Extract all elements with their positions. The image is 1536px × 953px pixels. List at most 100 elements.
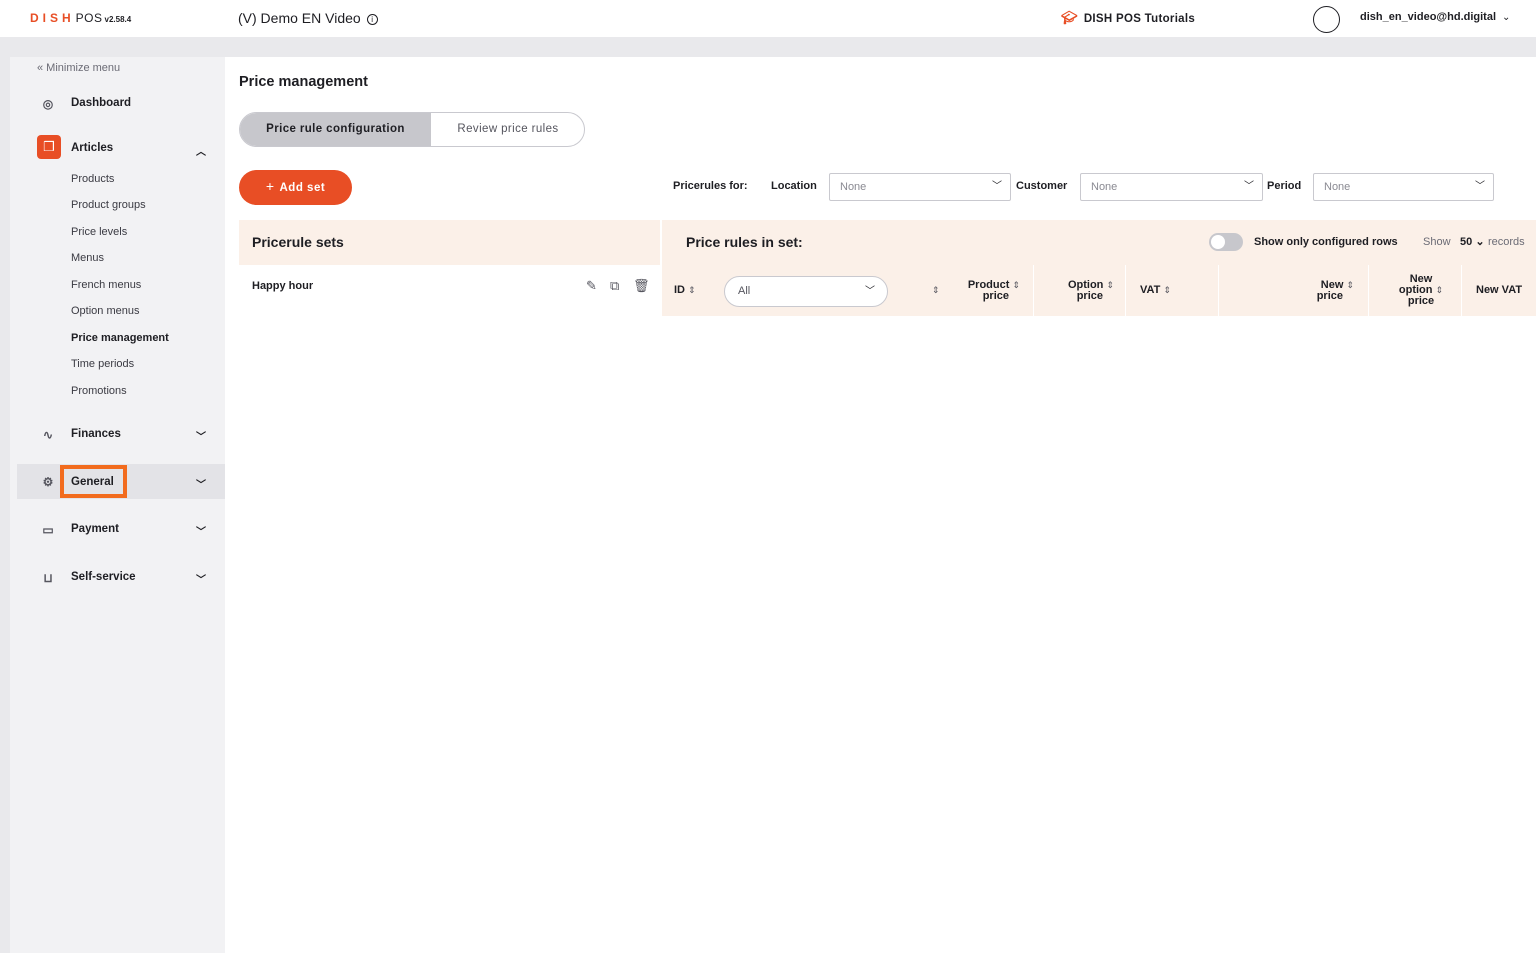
column-product-price[interactable]: Product ⇕ price (960, 280, 1020, 302)
filter-select[interactable]: All ﹀ (724, 276, 888, 307)
user-email: dish_en_video@hd.digital (1360, 11, 1497, 23)
sidebar-item-finances[interactable]: ∿ Finances ﹀ (10, 425, 225, 445)
minimize-menu-button[interactable]: « Minimize menu (37, 62, 120, 74)
location-label: Location (771, 180, 817, 192)
customer-value: None (1091, 181, 1118, 193)
main-content: Price management Price rule configuratio… (225, 57, 1536, 953)
chevron-down-icon: ﹀ (865, 286, 875, 297)
credit-card-icon: ▭ (42, 523, 54, 537)
customer-select[interactable]: None ﹀ (1080, 173, 1263, 201)
sidebar-subitem-french-menus[interactable]: French menus (71, 279, 141, 291)
column-divider (1218, 265, 1219, 316)
sort-icon[interactable]: ⇕ (932, 285, 940, 296)
sort-icon: ⇕ (1012, 280, 1020, 290)
highlight-box (60, 465, 127, 498)
records-count: 50 (1460, 236, 1473, 248)
sidebar-item-self-service[interactable]: ⊔ Self-service ﹀ (10, 568, 225, 588)
sort-icon: ⇕ (1435, 285, 1444, 295)
column-label: New VAT (1476, 284, 1523, 296)
chevron-down-icon: ﹀ (992, 181, 1002, 192)
avatar[interactable] (1313, 6, 1340, 33)
sidebar-subitem-products[interactable]: Products (71, 173, 114, 185)
show-label: Show (1423, 236, 1451, 248)
column-label: price (1076, 290, 1103, 302)
tab-review-price-rules[interactable]: Review price rules (431, 113, 584, 146)
list-item[interactable]: Happy hour ✎ ⧉ 🗑︎ (239, 265, 660, 309)
sidebar-item-dashboard[interactable]: ◎ Dashboard (10, 94, 225, 114)
pencil-icon[interactable]: ✎ (586, 278, 597, 294)
brand-dish: DISH (30, 11, 75, 25)
records-label: records (1488, 236, 1525, 248)
add-set-button[interactable]: + Add set (239, 170, 352, 205)
column-option-price[interactable]: Option ⇕ price (1058, 280, 1114, 302)
column-id[interactable]: ID ⇕ (674, 285, 696, 296)
column-label: price (1316, 290, 1343, 302)
sidebar-item-articles[interactable]: Articles ︿ (10, 139, 225, 159)
sidebar-item-payment[interactable]: ▭ Payment ﹀ (10, 520, 225, 540)
sidebar-subitem-option-menus[interactable]: Option menus (71, 305, 139, 317)
period-select[interactable]: None ﹀ (1313, 173, 1494, 201)
configured-rows-toggle[interactable] (1209, 233, 1243, 251)
chevron-down-icon: ﹀ (196, 432, 206, 443)
trash-icon[interactable]: 🗑︎ (633, 278, 650, 294)
column-label: ID (674, 284, 685, 296)
price-rules-title: Price rules in set: (686, 234, 803, 250)
filter-value: All (738, 285, 751, 297)
app-version: v2.58.4 (104, 15, 132, 24)
pricerules-for-label: Pricerules for: (673, 180, 748, 192)
period-label: Period (1267, 180, 1302, 192)
sidebar-item-label: Payment (71, 523, 119, 535)
user-menu[interactable]: dish_en_video@hd.digital ⌄ (1360, 11, 1510, 23)
sidebar: « Minimize menu ◎ Dashboard ❒ Articles ︿… (10, 57, 225, 953)
chevron-down-icon: ﹀ (196, 575, 206, 586)
sort-icon: ⇕ (688, 285, 696, 295)
chevron-down-icon: ﹀ (196, 527, 206, 538)
venue-name: (V) Demo EN Video i (238, 10, 378, 26)
sidebar-subitem-promotions[interactable]: Promotions (71, 385, 127, 397)
column-label: price (1407, 295, 1435, 307)
price-rules-header: Price rules in set: Show only configured… (662, 220, 1536, 265)
gear-icon: ⚙ (42, 475, 54, 489)
column-divider (1125, 265, 1126, 316)
copy-icon[interactable]: ⧉ (610, 278, 619, 294)
sort-icon: ⇕ (1106, 280, 1114, 290)
column-divider (1461, 265, 1462, 316)
pricerule-sets-header: Pricerule sets (239, 220, 660, 265)
period-value: None (1324, 181, 1351, 193)
toggle-knob (1211, 235, 1225, 249)
top-bar: DISHPOS v2.58.4 (V) Demo EN Video i 🎓︎ DISH… (0, 0, 1536, 37)
column-divider (1033, 265, 1034, 316)
plus-icon: + (265, 178, 275, 194)
cart-icon: ⊔ (43, 571, 53, 585)
column-new-vat[interactable]: New VAT (1476, 285, 1522, 296)
tutorials-label: DISH POS Tutorials (1083, 13, 1196, 25)
chevron-up-icon: ︿ (196, 147, 206, 158)
sidebar-item-label: Dashboard (71, 97, 132, 109)
column-vat[interactable]: VAT ⇕ (1140, 285, 1171, 296)
show-configured-label: Show only configured rows (1254, 236, 1398, 248)
location-select[interactable]: None ﹀ (829, 173, 1011, 201)
info-icon[interactable]: i (366, 14, 378, 25)
column-new-price[interactable]: New ⇕ price (1302, 280, 1354, 302)
tab-price-rule-configuration[interactable]: Price rule configuration (240, 113, 431, 146)
records-count-select[interactable]: 50 ⌄ (1460, 220, 1485, 265)
column-new-option-price[interactable]: New option ⇕ price (1392, 274, 1450, 307)
sidebar-subitem-price-management[interactable]: Price management (71, 332, 169, 344)
sidebar-subitem-menus[interactable]: Menus (71, 252, 104, 264)
compass-icon: ◎ (42, 97, 54, 111)
sidebar-subitem-price-levels[interactable]: Price levels (71, 226, 127, 238)
brand-logo[interactable]: DISHPOS v2.58.4 (30, 11, 131, 25)
sort-icon: ⇕ (1163, 285, 1171, 295)
chevron-down-icon: ﹀ (1244, 181, 1254, 192)
sidebar-item-label: Articles (71, 142, 114, 154)
sidebar-item-label: Self-service (71, 571, 136, 583)
column-label: VAT (1140, 284, 1161, 296)
sort-icon: ⇕ (1346, 280, 1354, 290)
sidebar-subitem-product-groups[interactable]: Product groups (71, 199, 146, 211)
chevron-down-icon: ⌄ (1475, 236, 1485, 248)
chevron-down-icon: ﹀ (196, 480, 206, 491)
customer-label: Customer (1016, 180, 1068, 192)
tutorials-link[interactable]: 🎓︎ DISH POS Tutorials (1061, 10, 1195, 26)
sidebar-subitem-time-periods[interactable]: Time periods (71, 358, 134, 370)
graduation-cap-icon: 🎓︎ (1061, 10, 1078, 25)
